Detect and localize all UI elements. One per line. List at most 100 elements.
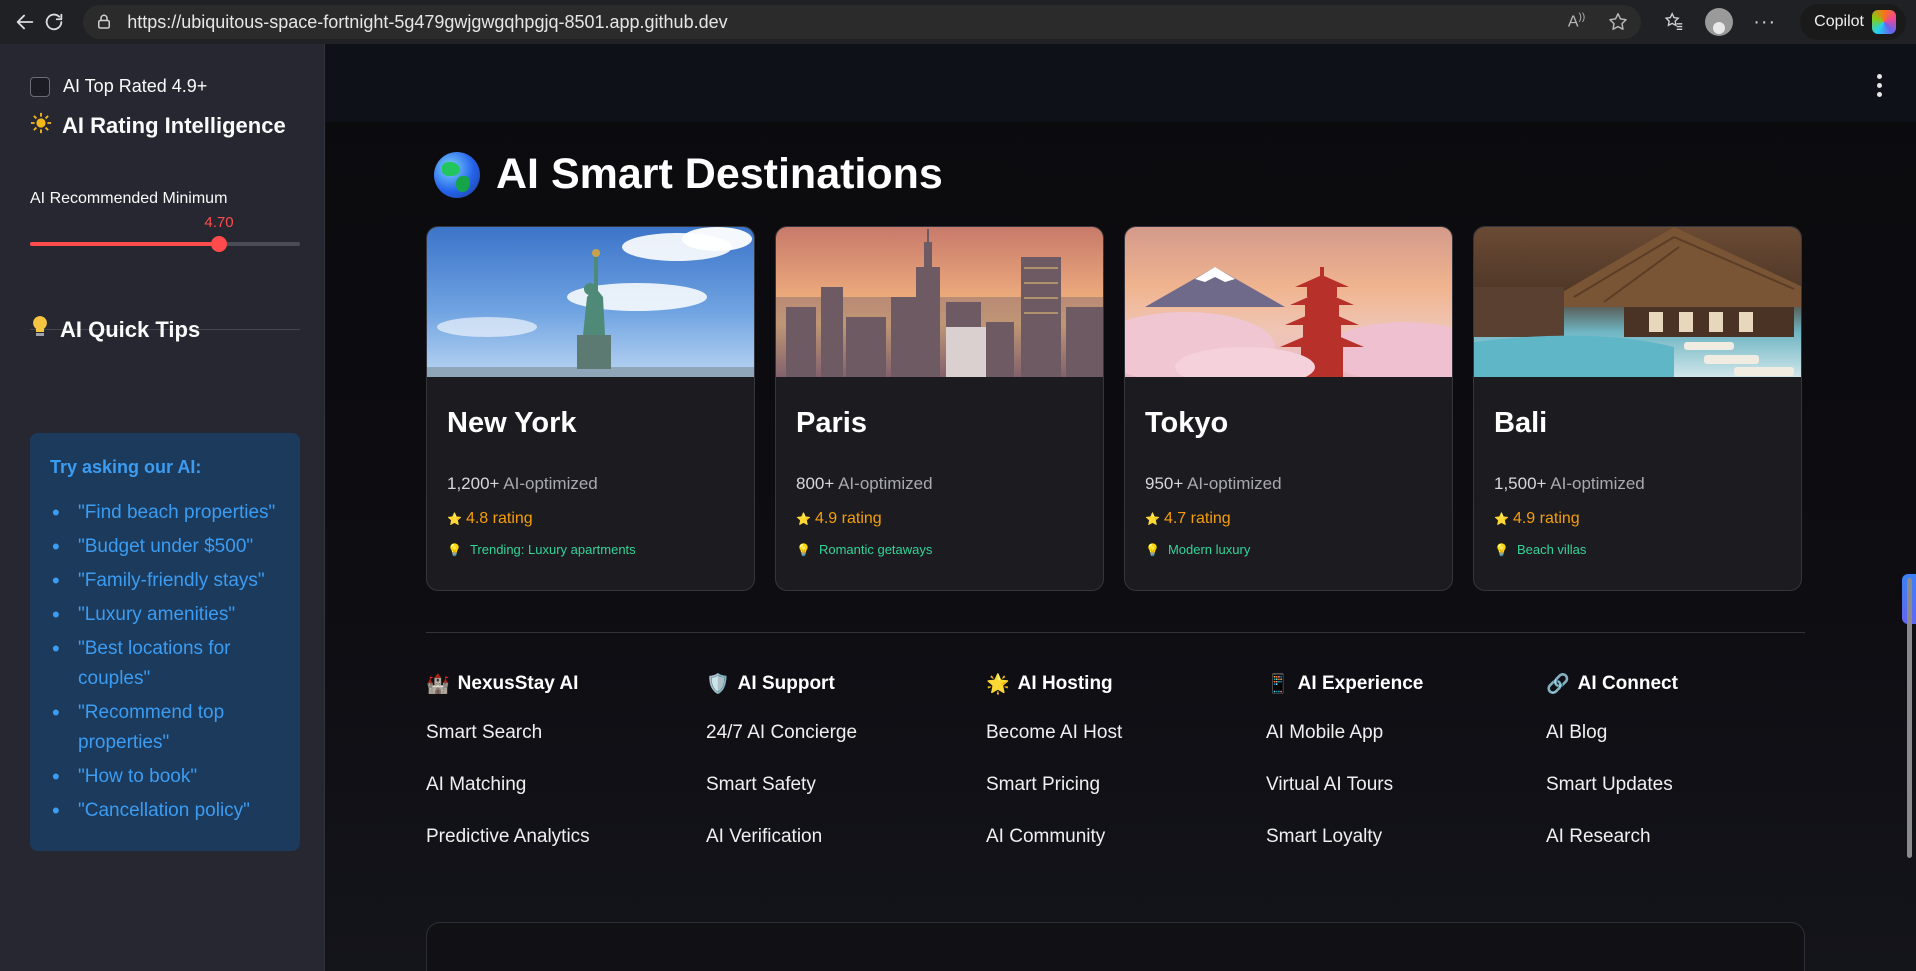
tips-list: "Find beach properties" "Budget under $5… xyxy=(50,498,280,826)
footer-link[interactable]: Predictive Analytics xyxy=(426,824,706,850)
footer-column-support: 🛡️ AI Support 24/7 AI Concierge Smart Sa… xyxy=(706,672,986,876)
destination-card-bali[interactable]: Bali 1,500+ AI-optimized ⭐ 4.9 rating 💡 … xyxy=(1473,226,1802,591)
footer-heading: 🏰 NexusStay AI xyxy=(426,673,579,695)
read-aloud-icon[interactable]: A)) xyxy=(1568,12,1585,31)
destination-card-new-york[interactable]: New York 1,200+ AI-optimized ⭐ 4.8 ratin… xyxy=(426,226,755,591)
statue-of-liberty-image xyxy=(427,227,754,377)
destination-trend: 💡 Romantic getaways xyxy=(796,542,933,557)
rating-star-icon: ⭐ xyxy=(796,512,811,526)
footer-link[interactable]: Become AI Host xyxy=(986,720,1266,746)
destination-card-paris[interactable]: Paris 800+ AI-optimized ⭐ 4.9 rating 💡 R… xyxy=(775,226,1104,591)
destination-name: Tokyo xyxy=(1145,407,1229,439)
copilot-icon xyxy=(1871,10,1896,34)
tip-item: "Luxury amenities" xyxy=(50,600,280,630)
beach-villa-image xyxy=(1474,227,1801,377)
lightbulb-icon: 💡 xyxy=(796,542,811,557)
favorites-icon[interactable] xyxy=(1663,11,1685,33)
footer-link[interactable]: AI Matching xyxy=(426,772,706,798)
footer-link[interactable]: Smart Loyalty xyxy=(1266,824,1546,850)
address-bar[interactable]: https://ubiquitous-space-fortnight-5g479… xyxy=(83,5,1642,39)
profile-avatar[interactable] xyxy=(1705,8,1734,36)
top-rated-checkbox-row[interactable]: AI Top Rated 4.9+ xyxy=(30,76,207,97)
footer-link[interactable]: Smart Search xyxy=(426,720,706,746)
tips-box: Try asking our AI: "Find beach propertie… xyxy=(30,433,300,851)
url-text[interactable]: https://ubiquitous-space-fortnight-5g479… xyxy=(127,12,1568,33)
footer-heading: 📱 AI Experience xyxy=(1266,673,1424,695)
footer-heading: 🌟 AI Hosting xyxy=(986,673,1113,695)
footer-link[interactable]: AI Mobile App xyxy=(1266,720,1546,746)
destination-trend: 💡 Modern luxury xyxy=(1145,542,1251,557)
pagoda-fuji-image xyxy=(1125,227,1452,377)
tip-item: "Cancellation policy" xyxy=(50,796,280,826)
slider-value: 4.70 xyxy=(204,214,234,231)
footer-column-experience: 📱 AI Experience AI Mobile App Virtual AI… xyxy=(1266,672,1546,876)
quick-tips-title: AI Quick Tips xyxy=(30,315,200,345)
favorite-star-icon[interactable] xyxy=(1607,11,1629,33)
top-rated-label[interactable]: AI Top Rated 4.9+ xyxy=(63,76,207,97)
destination-name: Paris xyxy=(796,407,867,439)
property-count: 1,500+ AI-optimized xyxy=(1494,474,1645,493)
property-count: 800+ AI-optimized xyxy=(796,474,933,493)
tip-item: "How to book" xyxy=(50,762,280,792)
tip-item: "Best locations for couples" xyxy=(50,634,280,694)
footer-link[interactable]: Virtual AI Tours xyxy=(1266,772,1546,798)
bottom-panel xyxy=(426,922,1805,971)
shield-icon: 🛡️ xyxy=(706,674,730,695)
back-button[interactable] xyxy=(10,2,40,42)
lightbulb-icon: 💡 xyxy=(1494,542,1509,557)
min-rating-slider[interactable] xyxy=(30,236,300,252)
page-title-text: AI Smart Destinations xyxy=(496,150,943,198)
destination-rating: ⭐ 4.8 rating xyxy=(447,510,533,527)
footer-link[interactable]: AI Verification xyxy=(706,824,986,850)
copilot-button[interactable]: Copilot xyxy=(1800,4,1906,40)
city-skyline-image xyxy=(776,227,1103,377)
footer-link[interactable]: AI Community xyxy=(986,824,1266,850)
destination-trend: 💡 Beach villas xyxy=(1494,542,1587,557)
slider-fill xyxy=(30,242,219,246)
rating-star-icon: ⭐ xyxy=(1494,512,1509,526)
reload-button[interactable] xyxy=(40,2,70,42)
slider-label: AI Recommended Minimum xyxy=(30,190,228,207)
site-info-icon[interactable] xyxy=(95,13,113,31)
main-content: AI Smart Destinations New York 1,200+ AI… xyxy=(326,44,1916,971)
reload-icon xyxy=(46,13,63,31)
lightbulb-icon: 💡 xyxy=(447,542,462,557)
destination-card-tokyo[interactable]: Tokyo 950+ AI-optimized ⭐ 4.7 rating 💡 M… xyxy=(1124,226,1453,591)
globe-icon xyxy=(434,151,480,198)
destination-trend: 💡 Trending: Luxury apartments xyxy=(447,542,636,557)
footer-link[interactable]: Smart Safety xyxy=(706,772,986,798)
destination-cards: New York 1,200+ AI-optimized ⭐ 4.8 ratin… xyxy=(426,226,1802,591)
page-scrollbar[interactable] xyxy=(1902,44,1916,971)
footer-link[interactable]: Smart Pricing xyxy=(986,772,1266,798)
slider-thumb[interactable] xyxy=(211,236,227,252)
footer-divider xyxy=(426,632,1805,633)
sun-icon xyxy=(30,112,52,140)
footer-link[interactable]: AI Blog xyxy=(1546,720,1826,746)
tips-heading: Try asking our AI: xyxy=(50,457,202,477)
more-options-icon[interactable]: ··· xyxy=(1753,11,1776,34)
footer-heading: 🛡️ AI Support xyxy=(706,673,835,695)
top-rated-checkbox[interactable] xyxy=(30,76,50,97)
tip-item: "Find beach properties" xyxy=(50,498,280,528)
rating-intelligence-title: AI Rating Intelligence xyxy=(30,112,286,140)
rating-intelligence-text: AI Rating Intelligence xyxy=(62,113,286,138)
rating-star-icon: ⭐ xyxy=(1145,512,1160,526)
footer: 🏰 NexusStay AI Smart Search AI Matching … xyxy=(426,672,1826,876)
page-title: AI Smart Destinations xyxy=(434,150,943,199)
scroll-thumb[interactable] xyxy=(1907,578,1912,858)
footer-link[interactable]: 24/7 AI Concierge xyxy=(706,720,986,746)
tip-item: "Family-friendly stays" xyxy=(50,566,280,596)
tip-item: "Recommend top properties" xyxy=(50,698,280,758)
phone-icon: 📱 xyxy=(1266,674,1290,695)
tip-item: "Budget under $500" xyxy=(50,532,280,562)
destination-name: Bali xyxy=(1494,407,1548,439)
footer-column-nexusstay: 🏰 NexusStay AI Smart Search AI Matching … xyxy=(426,672,706,876)
lightbulb-icon: 💡 xyxy=(1145,542,1160,557)
footer-link[interactable]: AI Research xyxy=(1546,824,1826,850)
copilot-label: Copilot xyxy=(1814,13,1864,30)
destination-name: New York xyxy=(447,407,577,439)
main-menu-icon[interactable] xyxy=(1877,74,1882,97)
footer-link[interactable]: Smart Updates xyxy=(1546,772,1826,798)
sidebar: AI Top Rated 4.9+ AI Rating Intelligence… xyxy=(0,44,325,971)
lightbulb-icon xyxy=(30,315,50,345)
